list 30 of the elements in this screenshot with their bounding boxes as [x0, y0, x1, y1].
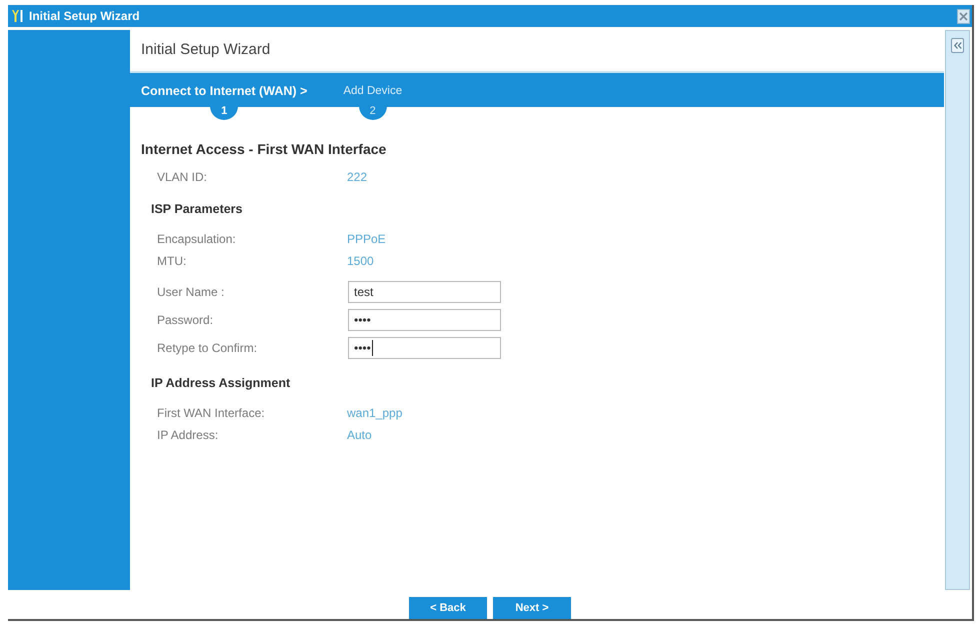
section-heading: ISP Parameters — [151, 200, 242, 218]
section-heading: IP Address Assignment — [151, 374, 290, 392]
wizard-button[interactable]: < Back — [409, 597, 487, 619]
step-tab[interactable]: Add Device — [343, 84, 402, 98]
double-chevron-left-icon — [954, 42, 962, 49]
field-label: Encapsulation: — [157, 231, 237, 248]
field-value: 222 — [347, 169, 368, 186]
tools-icon — [11, 9, 23, 23]
field-label: MTU: — [157, 253, 188, 270]
input-field[interactable]: test — [348, 281, 501, 303]
field-value: PPPoE — [347, 231, 386, 248]
close-icon — [959, 12, 968, 20]
collapse-button[interactable] — [951, 38, 964, 53]
field-label: VLAN ID: — [157, 169, 208, 186]
field-value: 1500 — [347, 253, 374, 270]
field-label: First WAN Interface: — [157, 405, 266, 422]
field-label: Retype to Confirm: — [157, 340, 258, 357]
field-label: Password: — [157, 312, 214, 329]
field-value: wan1_ppp — [347, 405, 402, 422]
field-label: User Name : — [157, 284, 226, 301]
wizard-button[interactable]: Next > — [493, 597, 571, 619]
field-value: Auto — [347, 427, 372, 444]
field-label: IP Address: — [157, 427, 220, 444]
window-title: Initial Setup Wizard — [29, 8, 140, 25]
section-heading: Internet Access - First WAN Interface — [141, 140, 386, 158]
input-field[interactable]: •••• — [348, 309, 501, 331]
input-field[interactable]: •••• — [348, 337, 501, 359]
close-button[interactable] — [957, 8, 970, 24]
step-tab[interactable]: Connect to Internet (WAN) > — [141, 84, 308, 98]
wizard-title: Initial Setup Wizard — [141, 40, 270, 60]
